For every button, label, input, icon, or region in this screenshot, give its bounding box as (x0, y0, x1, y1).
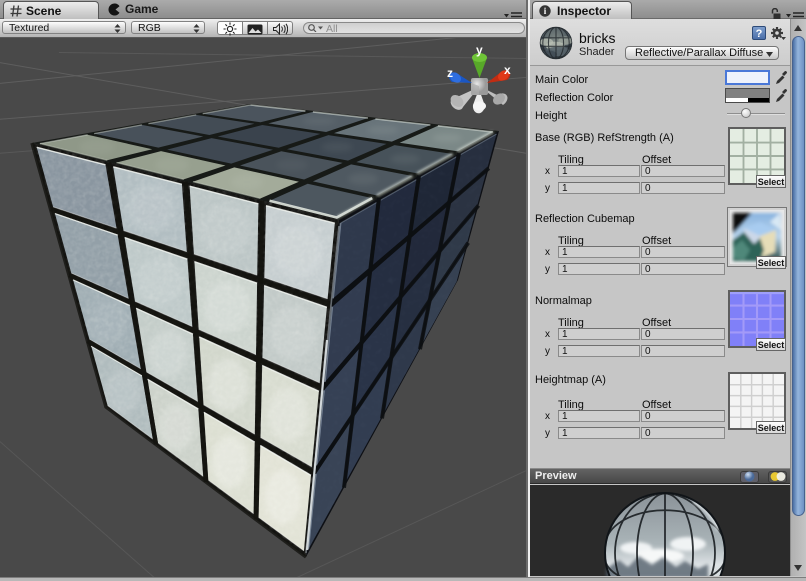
svg-text:y: y (476, 43, 483, 57)
svg-text:z: z (447, 66, 453, 80)
svg-text:x: x (504, 63, 511, 77)
